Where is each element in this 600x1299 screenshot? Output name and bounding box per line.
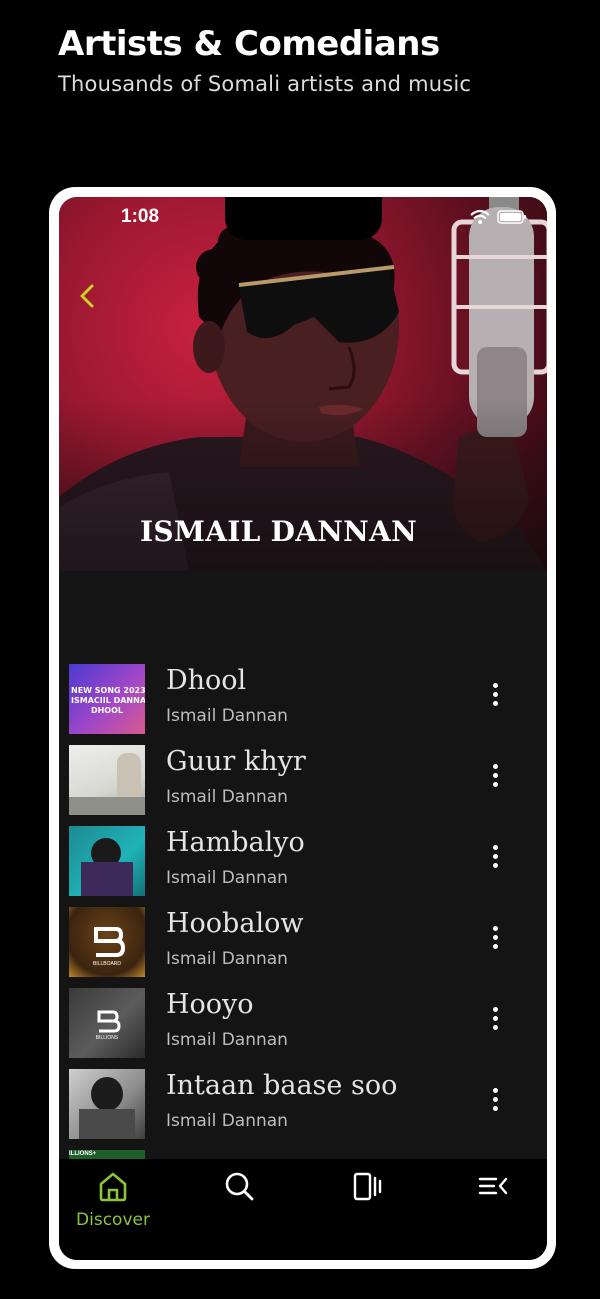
track-row[interactable]: BILLIONS Hooyo Ismail Dannan [59, 983, 547, 1058]
chevron-left-icon [80, 284, 94, 308]
track-thumbnail [69, 745, 145, 815]
partial-track-thumbnail: ILLIONS+ [69, 1150, 145, 1159]
track-artist: Ismail Dannan [166, 868, 288, 888]
search-icon [225, 1172, 254, 1201]
thumbnail-text: BILLIONS [95, 1035, 119, 1041]
track-title: Hambalyo [166, 827, 305, 858]
back-button[interactable] [73, 281, 103, 311]
track-title: Guur khyr [166, 746, 306, 777]
track-thumbnail: BILLBOARD [69, 907, 145, 977]
more-options-icon[interactable] [485, 926, 505, 954]
library-icon [353, 1172, 382, 1201]
track-row[interactable]: NEW SONG 2023 ISMACIIL DANNAN DHOOL Dhoo… [59, 659, 547, 734]
more-options-icon[interactable] [485, 683, 505, 711]
track-row[interactable]: Guur khyr Ismail Dannan [59, 740, 547, 815]
track-thumbnail [69, 1069, 145, 1139]
track-thumbnail: BILLIONS [69, 988, 145, 1058]
track-row[interactable]: Intaan baase soo Ismail Dannan [59, 1064, 547, 1139]
promo-subtitle: Thousands of Somali artists and music [58, 72, 472, 96]
more-options-icon[interactable] [485, 764, 505, 792]
dynamic-island [225, 197, 382, 240]
artist-hero-image: 1:08 ISMAIL DANNAN [59, 197, 547, 571]
nav-item-search[interactable] [189, 1169, 289, 1208]
nav-item-discover[interactable]: Discover [63, 1169, 163, 1230]
status-time: 1:08 [121, 206, 160, 227]
thumbnail-text: NEW SONG 2023 ISMACIIL DANNAN DHOOL [71, 686, 145, 715]
partial-thumbnail-text: ILLIONS+ [69, 1151, 97, 1157]
queue-icon [478, 1177, 508, 1195]
track-artist: Ismail Dannan [166, 1030, 288, 1050]
home-icon [99, 1172, 127, 1202]
billboard-logo-icon [97, 1010, 121, 1033]
track-thumbnail: NEW SONG 2023 ISMACIIL DANNAN DHOOL [69, 664, 145, 734]
promo-title: Artists & Comedians [58, 24, 440, 64]
track-artist: Ismail Dannan [166, 706, 288, 726]
track-artist: Ismail Dannan [166, 949, 288, 969]
app-screen: 1:08 ISMAIL DANNAN NEW SONG 2023 ISMACII… [59, 197, 547, 1260]
artist-name: ISMAIL DANNAN [140, 515, 417, 548]
nav-item-library[interactable] [317, 1169, 417, 1208]
track-thumbnail [69, 826, 145, 896]
more-options-icon[interactable] [485, 1007, 505, 1035]
track-artist: Ismail Dannan [166, 787, 288, 807]
track-row[interactable]: Hambalyo Ismail Dannan [59, 821, 547, 896]
nav-item-queue[interactable] [443, 1169, 543, 1208]
track-row[interactable]: BILLBOARD Hoobalow Ismail Dannan [59, 902, 547, 977]
track-title: Dhool [166, 665, 247, 696]
status-icons [469, 209, 527, 225]
nav-label-discover: Discover [76, 1210, 150, 1230]
track-artist: Ismail Dannan [166, 1111, 288, 1131]
bottom-navigation: Discover [59, 1159, 547, 1260]
thumbnail-text: BILLBOARD [92, 961, 122, 967]
more-options-icon[interactable] [485, 1088, 505, 1116]
track-title: Intaan baase soo [166, 1070, 398, 1101]
track-title: Hooyo [166, 989, 254, 1020]
more-options-icon[interactable] [485, 845, 505, 873]
track-title: Hoobalow [166, 908, 304, 939]
battery-icon [497, 210, 526, 224]
wifi-icon [470, 209, 490, 224]
